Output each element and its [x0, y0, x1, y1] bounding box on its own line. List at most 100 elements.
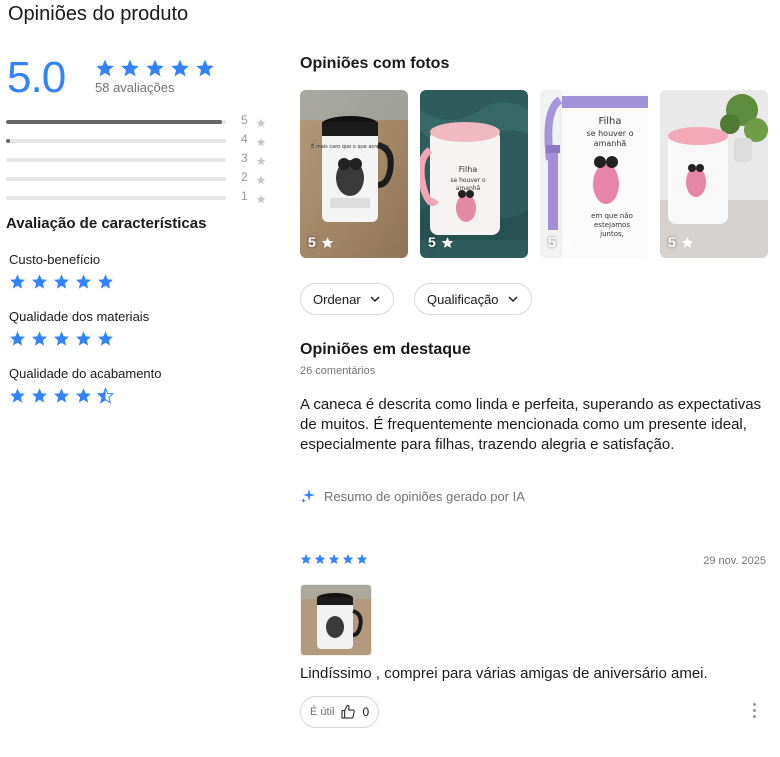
svg-text:Filha: Filha	[598, 116, 621, 127]
rating-filter-label: Qualificação	[427, 291, 499, 307]
ai-summary-note: Resumo de opiniões gerado por IA	[300, 488, 525, 504]
distribution-bar	[6, 158, 226, 162]
distribution-bar	[6, 177, 226, 181]
characteristic-stars	[9, 273, 114, 290]
star-icon	[256, 137, 266, 147]
distribution-bar	[6, 196, 226, 200]
ai-note-label: Resumo de opiniões gerado por IA	[324, 488, 525, 504]
star-icon	[256, 175, 266, 185]
photo-review-1[interactable]: É mais caro que o que acredita 5	[300, 90, 408, 258]
mug-photo-image	[301, 585, 371, 655]
useful-count: 0	[362, 705, 370, 719]
star-filled-icon	[10, 274, 25, 289]
characteristic-label: Qualidade dos materiais	[9, 309, 150, 324]
star-filled-icon	[328, 554, 340, 564]
star-filled-icon	[54, 274, 69, 289]
svg-text:se houver o: se houver o	[586, 129, 633, 138]
star-icon	[681, 236, 693, 248]
characteristic-materials-quality: Qualidade dos materiais	[9, 309, 149, 347]
star-filled-icon	[98, 274, 113, 289]
svg-text:estejamos: estejamos	[594, 221, 630, 229]
mug-photo-image: Filha se houver o amanhã em que não este…	[540, 90, 648, 258]
distribution-star-count: 4	[241, 132, 248, 146]
photo-rating-value: 5	[548, 234, 556, 250]
star-filled-icon	[121, 59, 139, 77]
review-text: Lindíssimo , comprei para várias amigas …	[300, 665, 708, 682]
star-filled-icon	[32, 331, 47, 346]
rating-distribution: 5 4 3 2 1	[6, 112, 271, 207]
svg-text:Filha: Filha	[459, 165, 478, 174]
star-filled-icon	[300, 554, 312, 564]
star-icon	[256, 118, 266, 128]
comments-count: 26 comentários	[300, 365, 376, 377]
star-filled-icon	[32, 274, 47, 289]
star-filled-icon	[54, 388, 69, 403]
distribution-star-count: 1	[241, 189, 248, 203]
thumbs-up-icon	[341, 704, 356, 719]
more-options-icon[interactable]	[753, 703, 756, 718]
photo-rating-badge: 5	[668, 234, 694, 250]
distribution-star-count: 2	[241, 170, 248, 184]
star-half-icon	[97, 387, 114, 404]
photo-review-4[interactable]: 5	[660, 90, 768, 258]
chevron-down-icon	[508, 296, 518, 302]
sort-dropdown[interactable]: Ordenar	[300, 283, 394, 315]
average-stars	[95, 58, 215, 78]
star-icon	[561, 236, 573, 248]
star-icon	[441, 236, 453, 248]
star-filled-icon	[146, 59, 164, 77]
rating-filter-dropdown[interactable]: Qualificação	[414, 283, 532, 315]
ratings-count: 58 avaliações	[95, 80, 175, 95]
mug-photo-image: Filha se houver o amanhã	[420, 90, 528, 258]
distribution-row-1: 1	[6, 188, 271, 207]
star-filled-icon	[96, 59, 114, 77]
photo-review-3[interactable]: Filha se houver o amanhã em que não este…	[540, 90, 648, 258]
photos-section-title: Opiniões com fotos	[300, 55, 450, 72]
star-filled-icon	[32, 388, 47, 403]
mug-text: É mais caro que o que acredita	[311, 142, 389, 150]
highlights-title: Opiniões em destaque	[300, 341, 471, 358]
characteristic-stars	[9, 330, 149, 347]
star-filled-icon	[54, 331, 69, 346]
distribution-bar	[6, 139, 226, 143]
star-filled-icon	[314, 554, 326, 564]
svg-text:amanhã: amanhã	[594, 139, 627, 148]
characteristic-stars	[9, 387, 162, 404]
star-filled-icon	[342, 554, 354, 564]
photo-reviews-carousel: É mais caro que o que acredita 5 Filha s…	[300, 90, 780, 258]
star-filled-icon	[10, 388, 25, 403]
svg-text:se houver o: se houver o	[450, 177, 486, 184]
svg-text:em que não: em que não	[591, 212, 633, 220]
useful-label: É útil	[310, 706, 335, 718]
star-filled-icon	[76, 331, 91, 346]
characteristics-title: Avaliação de características	[6, 215, 207, 232]
distribution-star-count: 3	[241, 151, 248, 165]
photo-rating-badge: 5	[308, 234, 334, 250]
star-filled-icon	[171, 59, 189, 77]
sparkle-icon	[301, 489, 315, 503]
distribution-row-4: 4	[6, 131, 271, 150]
rating-summary-column: 5.0 58 avaliações 5 4 3 2 1 Avaliação de car…	[0, 0, 290, 757]
distribution-star	[256, 191, 266, 209]
distribution-row-5: 5	[6, 112, 271, 131]
star-filled-icon	[10, 331, 25, 346]
distribution-star-count: 5	[241, 113, 248, 127]
star-filled-icon	[76, 274, 91, 289]
distribution-bar-fill	[6, 139, 11, 143]
star-filled-icon	[196, 59, 214, 77]
useful-button[interactable]: É útil 0	[300, 696, 380, 728]
distribution-bar-fill	[6, 120, 222, 124]
review-photo-thumbnail[interactable]	[300, 584, 372, 656]
photo-review-2[interactable]: Filha se houver o amanhã 5	[420, 90, 528, 258]
star-filled-icon	[356, 554, 368, 564]
distribution-row-3: 3	[6, 150, 271, 169]
mug-photo-image: É mais caro que o que acredita	[300, 90, 408, 258]
photo-rating-badge: 5	[428, 234, 454, 250]
star-icon	[256, 156, 266, 166]
chevron-down-icon	[370, 296, 380, 302]
svg-text:juntos,: juntos,	[599, 230, 624, 238]
mug-photo-image	[660, 90, 768, 258]
distribution-row-2: 2	[6, 169, 271, 188]
photo-rating-badge: 5	[548, 234, 574, 250]
star-icon	[321, 236, 333, 248]
